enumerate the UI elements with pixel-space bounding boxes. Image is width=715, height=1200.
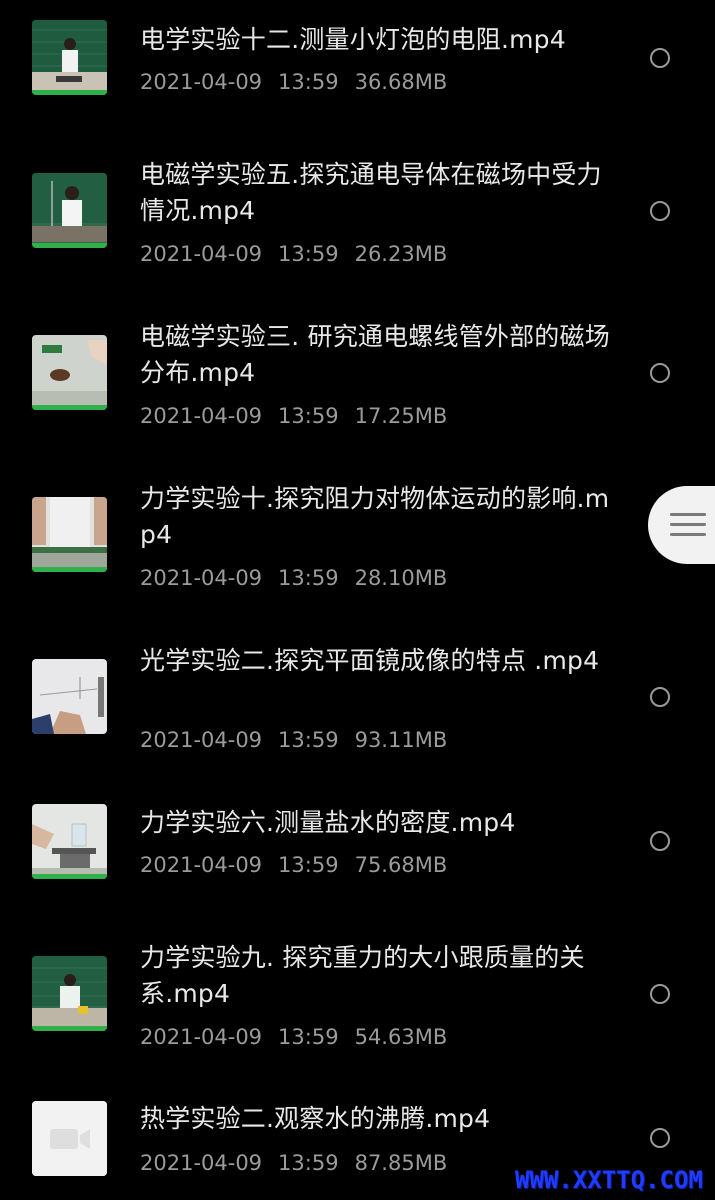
file-date: 2021-04-09 [140, 404, 263, 428]
file-time: 13:59 [278, 70, 339, 94]
file-meta: 2021-04-09 13:59 28.10MB [140, 564, 447, 592]
select-radio[interactable] [650, 201, 670, 221]
teacher-blackboard-thumbnail-icon [32, 173, 107, 248]
video-thumbnail[interactable] [32, 804, 107, 879]
file-meta: 2021-04-09 13:59 75.68MB [140, 851, 447, 879]
file-name: 力学实验六.测量盐水的密度.mp4 [140, 808, 516, 837]
file-date: 2021-04-09 [140, 566, 263, 590]
file-meta: 2021-04-09 13:59 93.11MB [140, 726, 447, 754]
video-thumbnail[interactable] [32, 497, 107, 572]
friction-apparatus-thumbnail-icon [32, 497, 107, 572]
file-date: 2021-04-09 [140, 1151, 263, 1175]
file-name: 电磁学实验三. 研究通电螺线管外部的磁场分布.mp4 [140, 322, 610, 387]
file-size: 93.11MB [354, 728, 448, 752]
video-thumbnail[interactable] [32, 1101, 107, 1176]
file-name: 力学实验九. 探究重力的大小跟质量的关系.mp4 [140, 943, 585, 1008]
file-meta: 2021-04-09 13:59 26.23MB [140, 240, 447, 268]
file-date: 2021-04-09 [140, 853, 263, 877]
solenoid-apparatus-thumbnail-icon [32, 335, 107, 410]
video-thumbnail[interactable] [32, 20, 107, 95]
watermark: WWW.XXTTQ.COM [515, 1166, 703, 1194]
teacher-blackboard-thumbnail-icon [32, 956, 107, 1031]
file-meta: 2021-04-09 13:59 87.85MB [140, 1149, 447, 1177]
file-size: 36.68MB [354, 70, 448, 94]
file-time: 13:59 [278, 1151, 339, 1175]
file-size: 75.68MB [354, 853, 448, 877]
file-date: 2021-04-09 [140, 242, 263, 266]
file-meta: 2021-04-09 13:59 54.63MB [140, 1023, 447, 1051]
file-time: 13:59 [278, 728, 339, 752]
file-list: 电学实验十二.测量小灯泡的电阻.mp4 2021-04-09 13:59 36.68… [0, 0, 715, 1200]
file-time: 13:59 [278, 404, 339, 428]
file-date: 2021-04-09 [140, 70, 263, 94]
select-radio[interactable] [650, 1128, 670, 1148]
video-thumbnail[interactable] [32, 659, 107, 734]
video-camera-icon [32, 1101, 107, 1176]
file-name: 热学实验二.观察水的沸腾.mp4 [140, 1104, 491, 1133]
file-time: 13:59 [278, 1025, 339, 1049]
file-name: 光学实验二.探究平面镜成像的特点 .mp4 [140, 646, 600, 675]
file-size: 17.25MB [354, 404, 448, 428]
density-apparatus-thumbnail-icon [32, 804, 107, 879]
file-date: 2021-04-09 [140, 1025, 263, 1049]
file-time: 13:59 [278, 853, 339, 877]
file-name: 电磁学实验五.探究通电导体在磁场中受力情况.mp4 [140, 160, 602, 225]
file-size: 28.10MB [354, 566, 448, 590]
file-date: 2021-04-09 [140, 728, 263, 752]
select-radio[interactable] [650, 48, 670, 68]
file-time: 13:59 [278, 566, 339, 590]
select-radio[interactable] [650, 831, 670, 851]
teacher-blackboard-thumbnail-icon [32, 20, 107, 95]
file-name: 电学实验十二.测量小灯泡的电阻.mp4 [140, 25, 566, 54]
video-thumbnail[interactable] [32, 173, 107, 248]
mirror-apparatus-thumbnail-icon [32, 659, 107, 734]
file-meta: 2021-04-09 13:59 36.68MB [140, 68, 447, 96]
file-meta: 2021-04-09 13:59 17.25MB [140, 402, 447, 430]
file-name: 力学实验十.探究阻力对物体运动的影响.mp4 [140, 484, 610, 549]
select-radio[interactable] [650, 363, 670, 383]
select-radio[interactable] [650, 687, 670, 707]
select-radio[interactable] [650, 984, 670, 1004]
file-size: 26.23MB [354, 242, 448, 266]
file-size: 87.85MB [354, 1151, 448, 1175]
video-thumbnail[interactable] [32, 956, 107, 1031]
file-size: 54.63MB [354, 1025, 448, 1049]
video-thumbnail[interactable] [32, 335, 107, 410]
file-time: 13:59 [278, 242, 339, 266]
